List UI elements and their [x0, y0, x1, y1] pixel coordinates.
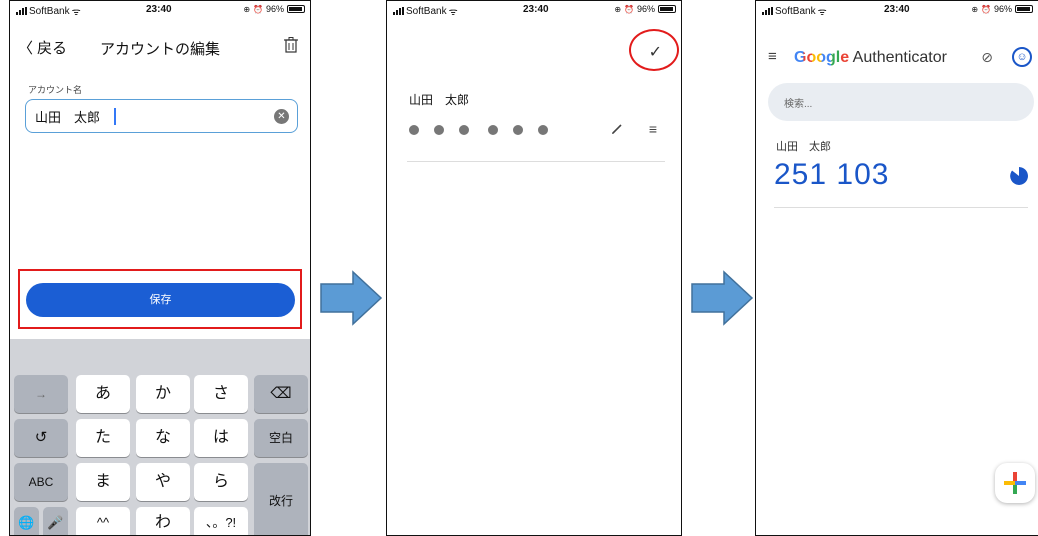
- status-bar: SoftBank ᯤ 23:40 ⊕ ⏰ 96%: [756, 1, 1038, 18]
- account-name: 山田 太郎: [776, 141, 831, 153]
- account-name: 山田 太郎: [409, 93, 470, 107]
- google-logo: Google: [794, 49, 850, 66]
- wifi-icon: ᯤ: [448, 7, 458, 18]
- search-bar[interactable]: 検索...: [768, 83, 1034, 121]
- key-wa[interactable]: わ: [136, 507, 190, 535]
- countdown-timer-icon: [1010, 167, 1028, 185]
- mask-dot: [459, 125, 469, 135]
- carrier-name: SoftBank: [29, 5, 70, 17]
- backspace-key[interactable]: ⌫: [254, 375, 308, 413]
- masked-code: [409, 125, 563, 135]
- key-a[interactable]: あ: [76, 375, 130, 413]
- mask-dot: [434, 125, 444, 135]
- app-name: Authenticator: [849, 49, 947, 66]
- carrier-name: SoftBank: [775, 5, 816, 17]
- account-name-label: アカウント名: [28, 85, 83, 95]
- account-name-field[interactable]: ✕: [25, 99, 298, 133]
- key-arrow[interactable]: →: [14, 375, 68, 413]
- battery-percent: 96%: [265, 4, 284, 14]
- plus-icon: [1004, 472, 1026, 494]
- globe-key[interactable]: 🌐: [14, 507, 39, 535]
- authenticator-screen: SoftBank ᯤ 23:40 ⊕ ⏰ 96% ≡ Google Authen…: [755, 0, 1038, 536]
- check-highlight: [629, 29, 679, 71]
- mask-dot: [488, 125, 498, 135]
- add-button[interactable]: [995, 463, 1035, 503]
- status-bar: SoftBank ᯤ 23:40 ⊕ ⏰ 96%: [387, 1, 681, 18]
- key-ha[interactable]: は: [194, 419, 248, 457]
- divider: [774, 207, 1028, 208]
- alarm-icon: ⏰: [981, 4, 991, 14]
- key-ma[interactable]: ま: [76, 463, 130, 501]
- page-title: アカウントの編集: [99, 41, 220, 58]
- text-cursor: [114, 108, 116, 125]
- carrier: SoftBank ᯤ: [762, 4, 827, 18]
- signal-icon: [393, 7, 404, 15]
- battery-percent: 96%: [993, 4, 1012, 14]
- key-ta[interactable]: た: [76, 419, 130, 457]
- carrier-name: SoftBank: [406, 5, 447, 17]
- key-ra[interactable]: ら: [194, 463, 248, 501]
- app-title: Google Authenticator: [794, 49, 947, 67]
- status-bar: SoftBank ᯤ 23:40 ⊕ ⏰ 96%: [10, 1, 310, 18]
- status-time: 23:40: [523, 4, 549, 15]
- clear-icon[interactable]: ✕: [274, 109, 289, 124]
- menu-icon[interactable]: ≡: [768, 48, 777, 65]
- carrier: SoftBank ᯤ: [16, 4, 81, 18]
- status-time: 23:40: [146, 4, 172, 15]
- account-detail-screen: SoftBank ᯤ 23:40 ⊕ ⏰ 96% ✓ 山田 太郎 ≡: [386, 0, 682, 536]
- wifi-icon: ᯤ: [817, 7, 827, 18]
- mask-dot: [409, 125, 419, 135]
- app-bar: ≡ Google Authenticator ⊘ ☺: [756, 45, 1038, 73]
- battery-icon: [658, 5, 676, 13]
- alarm-icon: ⏰: [624, 4, 634, 14]
- space-key[interactable]: 空白: [254, 419, 308, 457]
- mask-dot: [538, 125, 548, 135]
- alarm-icon: ⏰: [253, 4, 263, 14]
- wifi-icon: ᯤ: [71, 7, 81, 18]
- key-ya[interactable]: や: [136, 463, 190, 501]
- location-icon: ⊕: [614, 4, 622, 14]
- enter-key[interactable]: 改行: [254, 463, 308, 535]
- battery-percent: 96%: [636, 4, 655, 14]
- flow-arrow-2: [691, 270, 754, 326]
- reorder-icon[interactable]: ≡: [649, 121, 657, 137]
- status-time: 23:40: [884, 4, 910, 15]
- key-punct[interactable]: 、。?!: [194, 507, 248, 535]
- edit-account-screen: SoftBank ᯤ 23:40 ⊕ ⏰ 96% 〈 戻る アカウントの編集 ア…: [9, 0, 311, 536]
- account-name-input[interactable]: [26, 100, 243, 132]
- divider: [407, 161, 665, 162]
- mask-dot: [513, 125, 523, 135]
- undo-key[interactable]: ↺: [14, 419, 68, 457]
- key-sa[interactable]: さ: [194, 375, 248, 413]
- battery-icon: [287, 5, 305, 13]
- carrier: SoftBank ᯤ: [393, 4, 458, 18]
- status-right: ⊕ ⏰ 96%: [614, 4, 676, 14]
- otp-code[interactable]: 251 103: [774, 158, 889, 192]
- save-button[interactable]: 保存: [26, 283, 295, 317]
- status-right: ⊕ ⏰ 96%: [971, 4, 1033, 14]
- mic-key[interactable]: 🎤: [43, 507, 68, 535]
- delete-icon[interactable]: [284, 37, 298, 57]
- location-icon: ⊕: [971, 4, 979, 14]
- japanese-keyboard: → あ か さ ⌫ ↺ た な は 空白 ABC ま や ら 改行 🌐 🎤 ^^…: [10, 339, 310, 535]
- nav-bar: 〈 戻る アカウントの編集: [10, 31, 310, 61]
- flow-arrow-1: [320, 270, 383, 326]
- status-right: ⊕ ⏰ 96%: [243, 4, 305, 14]
- account-icon[interactable]: ☺: [1012, 47, 1032, 67]
- battery-icon: [1015, 5, 1033, 13]
- key-dakuten[interactable]: ^^: [76, 507, 130, 535]
- location-icon: ⊕: [243, 4, 251, 14]
- signal-icon: [762, 7, 773, 15]
- key-ka[interactable]: か: [136, 375, 190, 413]
- abc-key[interactable]: ABC: [14, 463, 68, 501]
- key-na[interactable]: な: [136, 419, 190, 457]
- signal-icon: [16, 7, 27, 15]
- cloud-off-icon[interactable]: ⊘: [981, 49, 993, 66]
- edit-pencil-icon[interactable]: [611, 123, 623, 138]
- search-placeholder: 検索...: [784, 99, 813, 110]
